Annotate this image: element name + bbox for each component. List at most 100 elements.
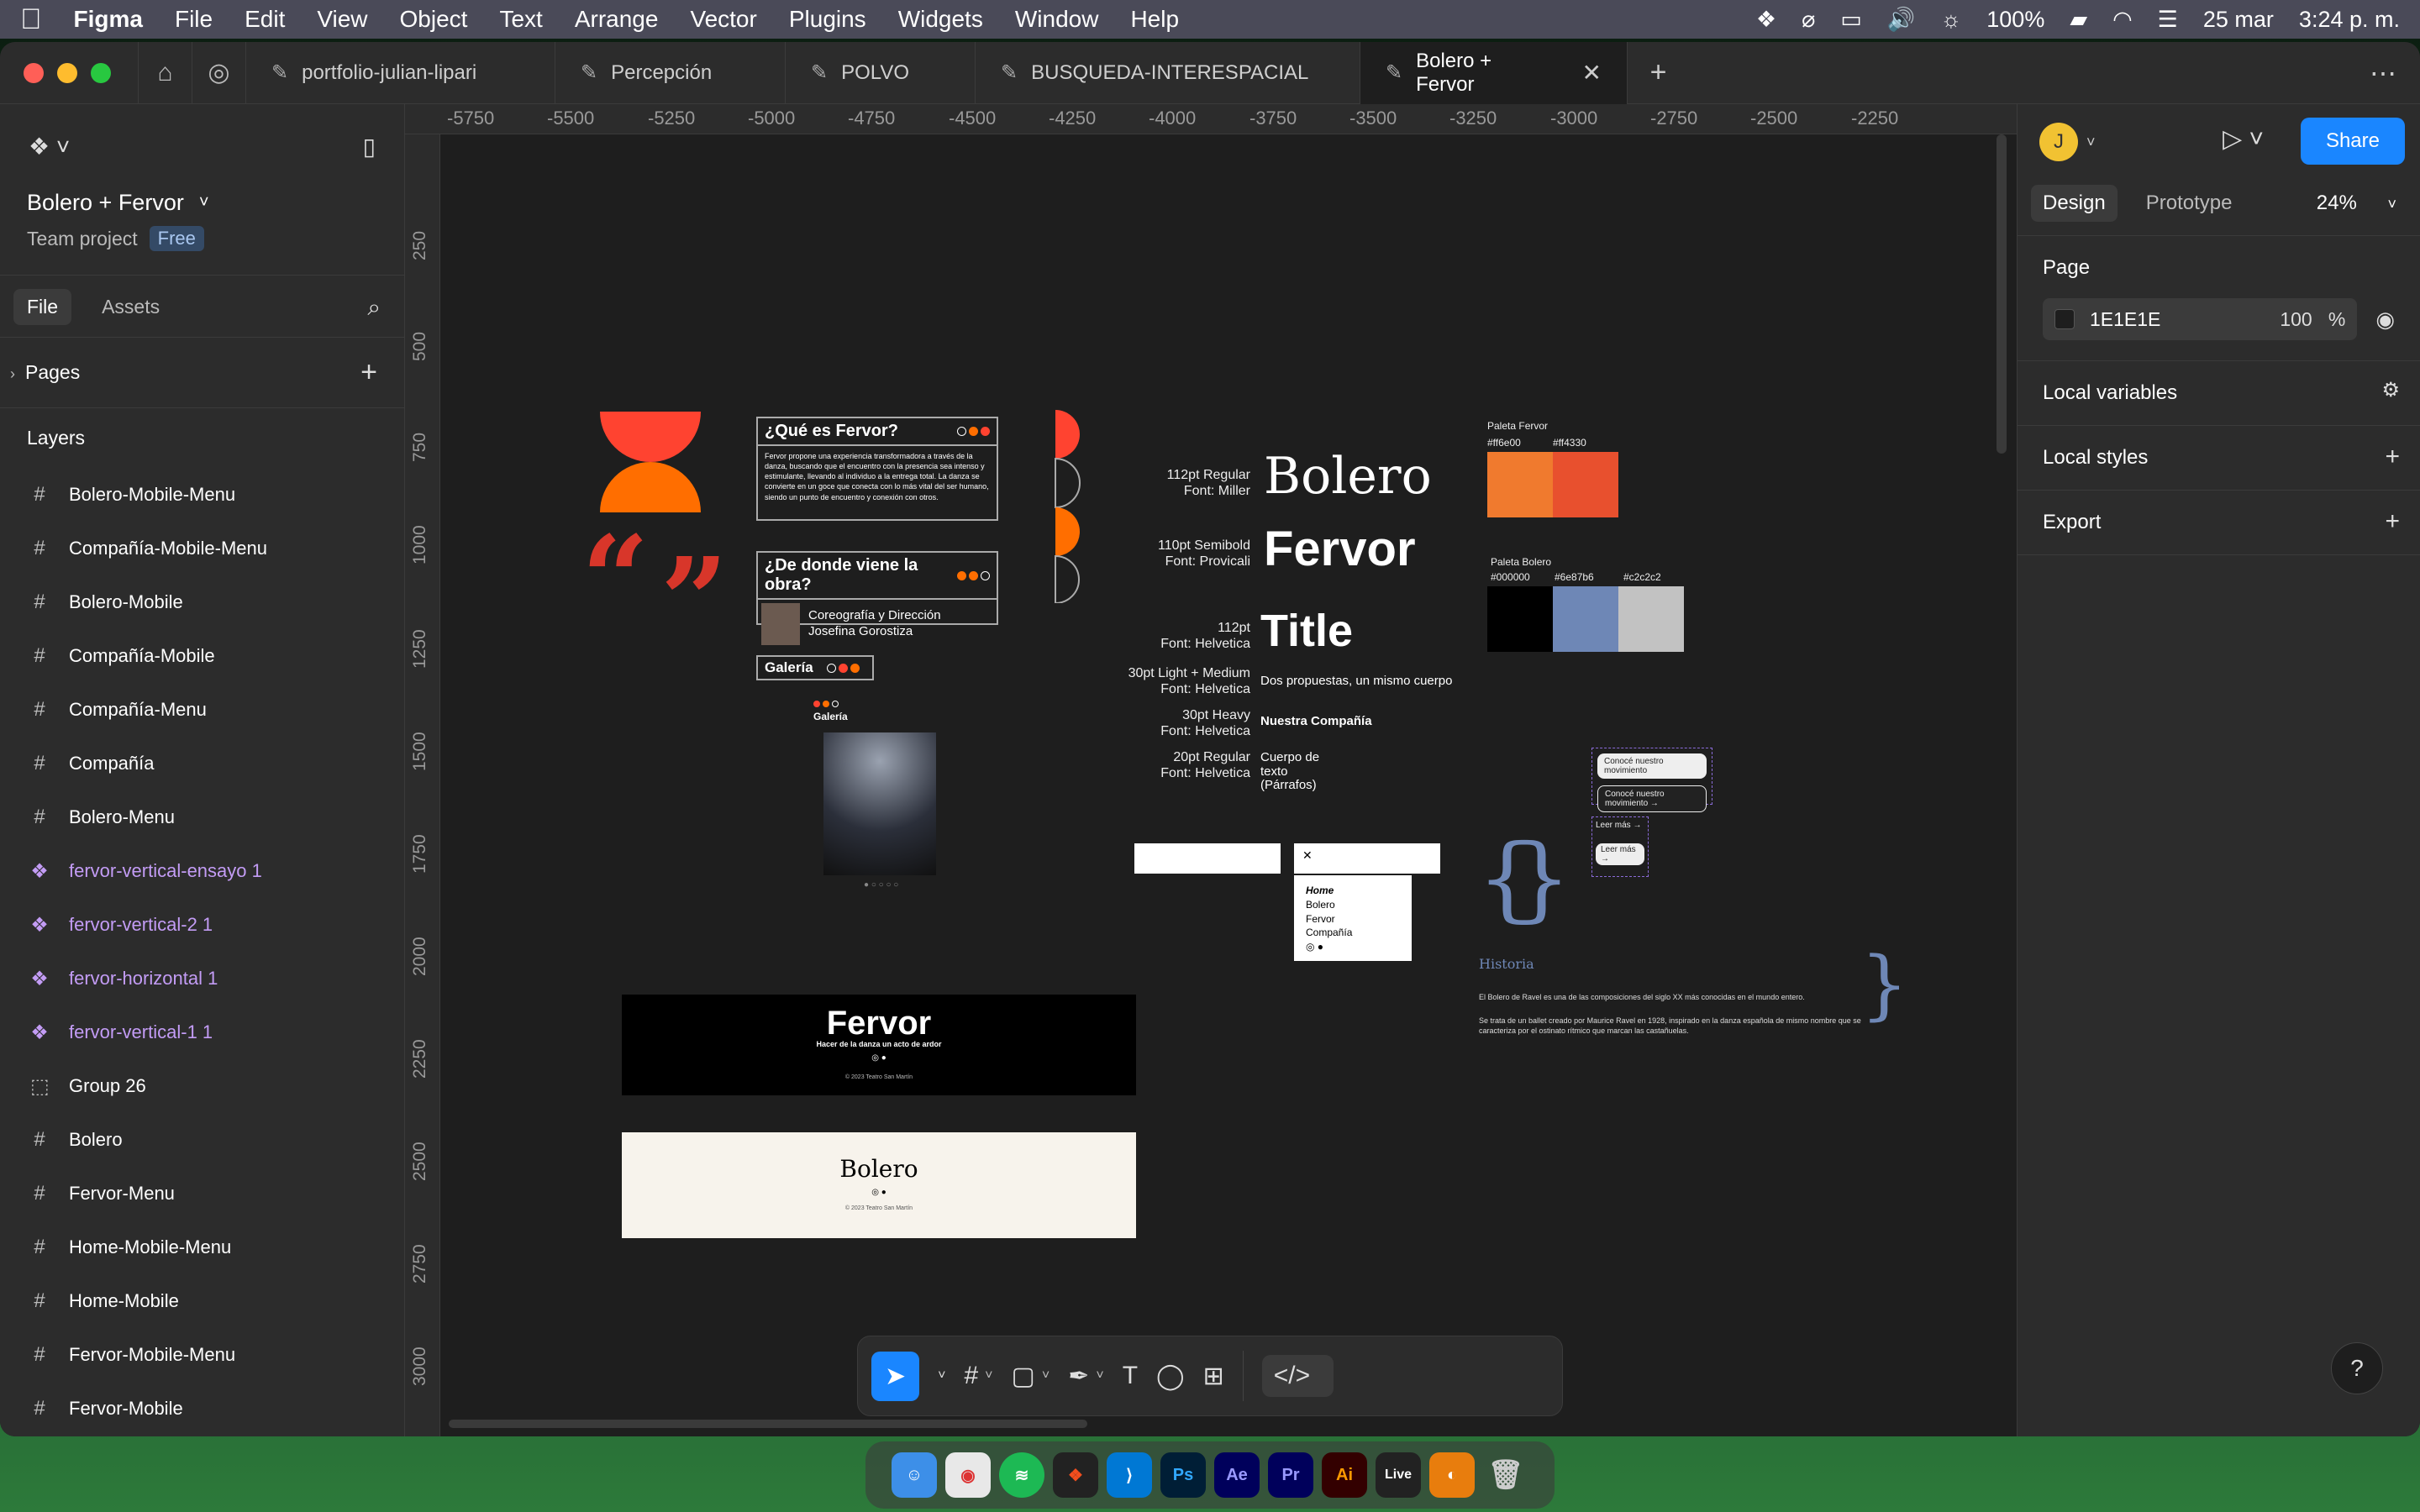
layer-item[interactable]: ❖ fervor-vertical-2 1 — [0, 898, 404, 952]
trash-icon[interactable]: 🗑 — [1483, 1452, 1528, 1498]
typo-sample-light[interactable]: Dos propuestas, un mismo cuerpo — [1260, 674, 1452, 688]
page-opacity[interactable]: 100 % — [2280, 308, 2345, 331]
menu-file[interactable]: File — [175, 6, 213, 33]
menu-help[interactable]: Help — [1130, 6, 1179, 33]
page-opacity-value[interactable]: 100 — [2280, 308, 2312, 330]
layer-item[interactable]: # Bolero — [0, 1113, 404, 1167]
tab-percepcion[interactable]: ✎ Percepción — [555, 42, 785, 104]
frame-tool[interactable]: # ˅ — [964, 1362, 992, 1390]
chevron-down-icon[interactable]: ˅ — [938, 1368, 945, 1383]
leer-mas-button[interactable]: Leer más → — [1596, 843, 1644, 865]
dev-mode-toggle[interactable]: </> — [1261, 1355, 1334, 1397]
menubar-date[interactable]: 25 mar — [2203, 7, 2274, 33]
variables-icon[interactable]: ⚙ — [2381, 378, 2400, 402]
swatch-ff6e00[interactable] — [1487, 452, 1553, 517]
navbar-menu-open[interactable]: ✕ — [1294, 843, 1440, 874]
shape-tool[interactable]: ▢ ˅ — [1012, 1362, 1050, 1391]
menu-arrange[interactable]: Arrange — [575, 6, 659, 33]
photoshop-icon[interactable]: Ps — [1160, 1452, 1206, 1498]
more-icon[interactable]: ⋯ — [2370, 42, 2396, 104]
zoom-window-button[interactable] — [91, 62, 111, 83]
swatch-000000[interactable] — [1487, 586, 1553, 652]
chrome-icon[interactable]: ◉ — [945, 1452, 991, 1498]
menu-item-bolero[interactable]: Bolero — [1306, 898, 1400, 912]
footer-fervor-frame[interactable]: Fervor Hacer de la danza un acto de ardo… — [622, 995, 1136, 1095]
tab-bolero-fervor[interactable]: ✎ Bolero + Fervor ✕ — [1360, 42, 1627, 104]
half-circles-column[interactable] — [1052, 410, 1081, 603]
close-icon[interactable]: ✕ — [1302, 848, 1313, 862]
display-icon[interactable]: ▭ — [1840, 7, 1862, 33]
layer-item[interactable]: ❖ fervor-horizontal 1 — [0, 952, 404, 1005]
layer-item[interactable]: # Compañía — [0, 737, 404, 790]
menu-view[interactable]: View — [317, 6, 367, 33]
tab-polvo[interactable]: ✎ POLVO — [785, 42, 975, 104]
avatar[interactable]: J — [2039, 123, 2078, 161]
menu-item-compania[interactable]: Compañía — [1306, 926, 1400, 940]
tab-portfolio[interactable]: ✎ portfolio-julian-lipari — [245, 42, 555, 104]
wifi-icon[interactable]: ◠ — [2112, 7, 2133, 33]
volume-icon[interactable]: 🔊 — [1887, 6, 1916, 33]
share-button[interactable]: Share — [2300, 118, 2405, 165]
tab-prototype[interactable]: Prototype — [2134, 185, 2244, 222]
blender-icon[interactable]: ◐ — [1429, 1452, 1475, 1498]
apple-icon[interactable]:  — [20, 3, 42, 36]
plan-badge[interactable]: Free — [149, 226, 204, 251]
swatch-c2c2c2[interactable] — [1618, 586, 1684, 652]
menu-plugins[interactable]: Plugins — [789, 6, 866, 33]
control-center-icon[interactable]: ☰ — [2158, 7, 2178, 33]
layer-item[interactable]: # Bolero-Mobile-Menu — [0, 468, 404, 522]
typo-sample-title[interactable]: Title — [1260, 605, 1353, 657]
figma-menu-icon[interactable]: ❖ ˅ — [29, 133, 70, 160]
design-canvas[interactable]: “ ” ¿Qué es Fervor? Fervor propone una e… — [440, 134, 2017, 1436]
galeria-tag[interactable]: Galería — [756, 655, 874, 680]
brace-close-shape[interactable]: } — [1512, 832, 1571, 924]
hourglass-shape[interactable] — [600, 412, 701, 512]
que-es-fervor-card[interactable]: ¿Qué es Fervor? Fervor propone una exper… — [756, 417, 998, 521]
ableton-live-icon[interactable]: Live — [1376, 1452, 1421, 1498]
de-donde-viene-card[interactable]: ¿De donde viene la obra? Coreografía y D… — [756, 551, 998, 645]
color-swatch[interactable] — [2054, 309, 2075, 329]
illustrator-icon[interactable]: Ai — [1322, 1452, 1367, 1498]
text-tool[interactable]: T — [1123, 1362, 1138, 1390]
footer-bolero-frame[interactable]: Bolero ◎ ● © 2023 Teatro San Martín — [622, 1132, 1136, 1238]
layer-item[interactable]: # Compañía-Menu — [0, 683, 404, 737]
horizontal-scrollbar[interactable] — [449, 1420, 1087, 1428]
home-icon[interactable]: ⌂ — [138, 42, 192, 104]
menu-vector[interactable]: Vector — [690, 6, 756, 33]
premiere-icon[interactable]: Pr — [1268, 1452, 1313, 1498]
globe-icon[interactable]: ◎ — [192, 42, 245, 104]
brace-historia-shape[interactable]: } — [1860, 948, 1908, 1023]
figma-status-icon[interactable]: ❖ — [1756, 7, 1776, 33]
spotify-icon[interactable]: ≋ — [999, 1452, 1044, 1498]
quote-open-shape[interactable]: “ — [581, 521, 650, 638]
add-style-icon[interactable]: + — [2385, 443, 2400, 471]
layer-item[interactable]: ❖ fervor-vertical-ensayo 1 — [0, 844, 404, 898]
figma-icon[interactable]: ❖ — [1053, 1452, 1098, 1498]
typo-sample-bolero[interactable]: Bolero — [1264, 447, 1432, 506]
menu-app-name[interactable]: Figma — [74, 6, 143, 33]
layer-item[interactable]: # Fervor-Mobile — [0, 1382, 404, 1436]
menubar-time[interactable]: 3:24 p. m. — [2299, 7, 2400, 33]
typo-sample-body[interactable]: Cuerpo de texto (Párrafos) — [1260, 750, 1344, 793]
pen-tool[interactable]: ✒ ˅ — [1068, 1362, 1103, 1391]
menu-text[interactable]: Text — [499, 6, 542, 33]
menu-item-home[interactable]: Home — [1306, 884, 1400, 898]
actions-tool[interactable]: ⊞ — [1203, 1362, 1224, 1391]
chevron-down-icon[interactable]: ˅ — [2086, 134, 2096, 151]
close-window-button[interactable] — [24, 62, 44, 83]
vertical-scrollbar[interactable] — [1996, 134, 2007, 454]
page-color-value[interactable]: 1E1E1E — [2090, 308, 2160, 331]
leer-mas-text[interactable]: Leer más → — [1596, 821, 1644, 830]
new-tab-button[interactable]: + — [1627, 42, 1689, 104]
battery-icon[interactable]: ▰ — [2070, 7, 2087, 33]
gallery-photo[interactable] — [823, 732, 936, 875]
zoom-control[interactable]: 24% ˅ — [2317, 192, 2396, 215]
layer-item[interactable]: # Compañía-Mobile-Menu — [0, 522, 404, 575]
layer-item[interactable]: # Fervor-Mobile-Menu — [0, 1328, 404, 1382]
move-tool[interactable]: ➤ — [871, 1351, 920, 1401]
layer-item[interactable]: # Bolero-Menu — [0, 790, 404, 844]
menu-widgets[interactable]: Widgets — [898, 6, 983, 33]
layer-item[interactable]: # Home-Mobile — [0, 1274, 404, 1328]
help-button[interactable]: ? — [2331, 1342, 2383, 1394]
menu-object[interactable]: Object — [400, 6, 468, 33]
